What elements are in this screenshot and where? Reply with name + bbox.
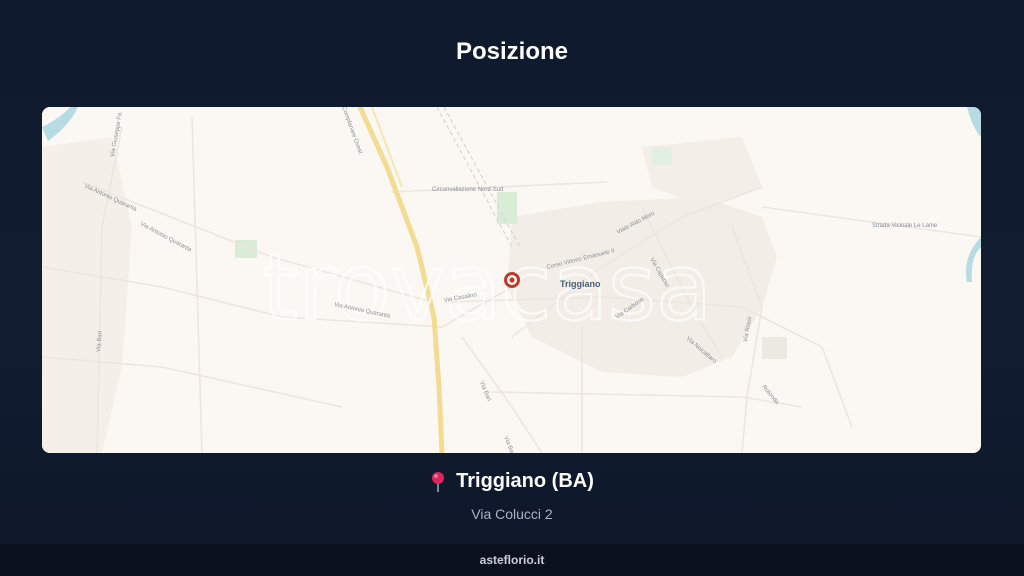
watermark-text: trovacasa — [262, 234, 712, 341]
footer: asteflorio.it — [0, 544, 1024, 576]
location-address: Via Colucci 2 — [471, 505, 553, 522]
round-pushpin-icon — [432, 471, 445, 492]
location-title: Triggiano (BA) — [456, 470, 594, 492]
map-canvas[interactable]: trovacasa Circonvallazione Nord-Sud Cors… — [42, 107, 981, 453]
location-title-row: Triggiano (BA) — [430, 470, 594, 493]
footer-text[interactable]: asteflorio.it — [480, 553, 545, 567]
street-label: Circonvallazione Nord-Sud — [432, 187, 503, 193]
location-info: Triggiano (BA) Via Colucci 2 — [0, 470, 1024, 522]
page-title: Posizione — [455, 38, 569, 65]
street-label: Strada Vicinale Le Lame — [872, 223, 938, 229]
map[interactable]: trovacasa Circonvallazione Nord-Sud Cors… — [42, 107, 981, 453]
location-marker-icon[interactable] — [504, 272, 520, 288]
town-label: Triggiano — [560, 279, 601, 289]
